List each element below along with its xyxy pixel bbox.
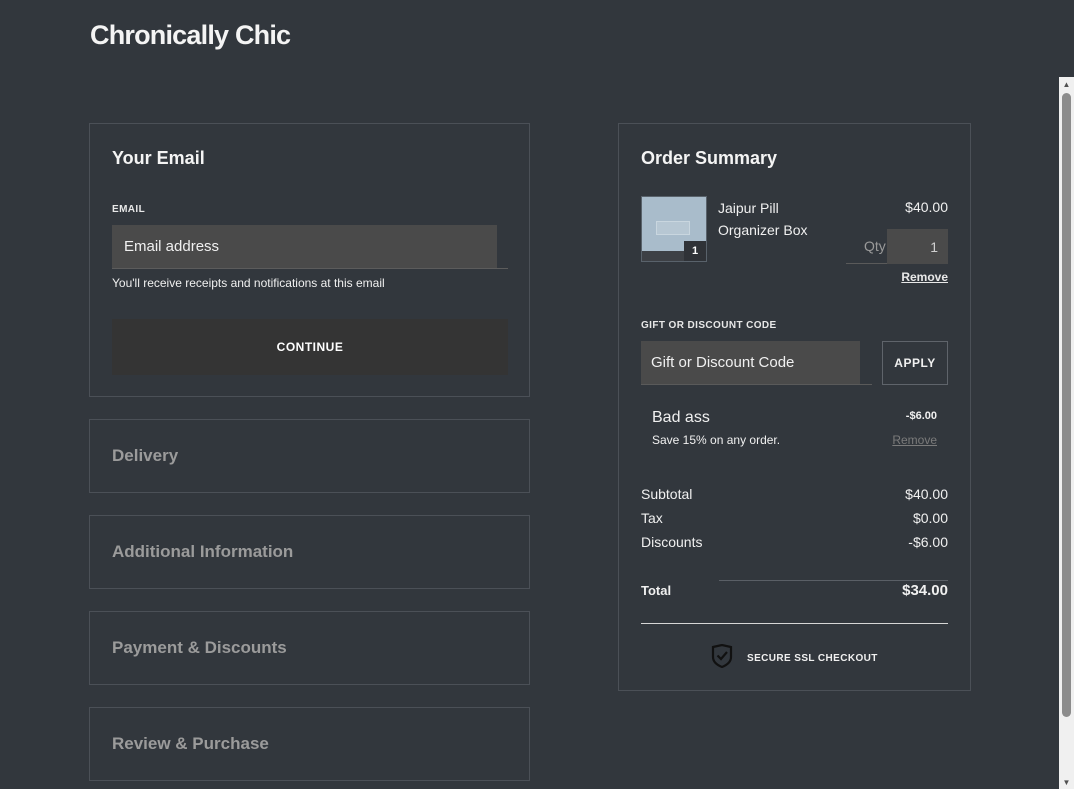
email-input-placeholder: Email address (124, 238, 220, 255)
summary-divider (641, 623, 948, 624)
page-scrollbar[interactable]: ▲ ▼ (1059, 77, 1074, 789)
gift-code-label: GIFT OR DISCOUNT CODE (641, 320, 777, 331)
gift-code-input[interactable]: Gift or Discount Code (641, 341, 860, 385)
product-thumbnail: 1 (641, 196, 707, 262)
quantity-field: Qty 1 (846, 229, 948, 264)
step-additional-information[interactable]: Additional Information (89, 515, 530, 589)
total-divider (719, 580, 948, 581)
gift-code-placeholder: Gift or Discount Code (651, 354, 795, 371)
order-summary-title: Order Summary (641, 148, 778, 168)
secure-checkout-label: SECURE SSL CHECKOUT (747, 653, 878, 664)
scroll-up-arrow-icon[interactable]: ▲ (1059, 77, 1074, 91)
tax-row: Tax $0.00 (641, 510, 948, 526)
quantity-input[interactable]: 1 (887, 229, 948, 264)
continue-button[interactable]: CONTINUE (112, 319, 508, 375)
gift-code-underline (860, 384, 872, 385)
email-section-title: Your Email (112, 148, 205, 168)
total-value: $34.00 (902, 582, 948, 599)
discounts-label: Discounts (641, 534, 703, 550)
promo-description: Save 15% on any order. (652, 433, 781, 447)
promo-name: Bad ass (652, 409, 710, 426)
step-payment-discounts[interactable]: Payment & Discounts (89, 611, 530, 685)
checkout-page: Chronically Chic Your Email EMAIL Email … (0, 0, 1074, 789)
total-label: Total (641, 583, 672, 598)
step-review-purchase[interactable]: Review & Purchase (89, 707, 530, 781)
email-field-label: EMAIL (112, 204, 146, 215)
shield-check-icon (711, 643, 733, 673)
step-additional-information-title: Additional Information (112, 542, 294, 561)
step-review-purchase-title: Review & Purchase (112, 734, 269, 753)
total-row: Total $34.00 (641, 582, 948, 599)
email-panel: Your Email EMAIL Email address You'll re… (89, 123, 530, 397)
discounts-value: -$6.00 (908, 534, 948, 550)
quantity-label: Qty (864, 238, 886, 254)
subtotal-value: $40.00 (905, 486, 948, 502)
tax-label: Tax (641, 510, 663, 526)
step-payment-discounts-title: Payment & Discounts (112, 638, 287, 657)
discounts-row: Discounts -$6.00 (641, 534, 948, 550)
product-image (656, 221, 690, 235)
order-summary-panel: Order Summary 1 Jaipur Pill Organizer Bo… (618, 123, 971, 691)
tax-value: $0.00 (912, 510, 948, 526)
remove-promo-link[interactable]: Remove (892, 433, 937, 447)
step-delivery-title: Delivery (112, 446, 179, 465)
product-price: $40.00 (905, 199, 948, 215)
brand-logo[interactable]: Chronically Chic (90, 20, 291, 51)
secure-checkout-badge: SECURE SSL CHECKOUT (711, 643, 878, 673)
subtotal-row: Subtotal $40.00 (641, 486, 948, 502)
remove-item-link[interactable]: Remove (901, 270, 948, 284)
scrollbar-thumb[interactable] (1062, 93, 1071, 717)
product-name: Jaipur Pill Organizer Box (718, 200, 808, 238)
scroll-down-arrow-icon[interactable]: ▼ (1059, 775, 1074, 789)
email-help-text: You'll receive receipts and notification… (112, 276, 385, 290)
step-delivery[interactable]: Delivery (89, 419, 530, 493)
promo-amount: -$6.00 (905, 410, 937, 422)
email-input[interactable]: Email address (112, 225, 497, 269)
apply-button[interactable]: APPLY (882, 341, 948, 385)
thumbnail-qty-badge: 1 (684, 241, 706, 261)
email-input-underline (497, 268, 508, 269)
subtotal-label: Subtotal (641, 486, 693, 502)
